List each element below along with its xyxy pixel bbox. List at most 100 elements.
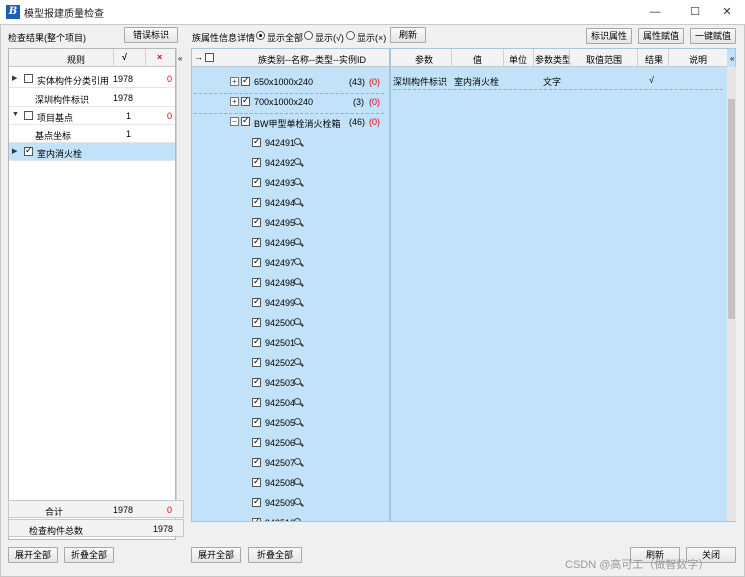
zoom-search-icon[interactable] [294,298,301,305]
left-collapse-all-button[interactable]: 折叠全部 [64,547,114,563]
instance-checkbox[interactable] [252,216,261,227]
zoom-search-icon[interactable] [294,458,301,465]
zoom-search-icon[interactable] [294,378,301,385]
scrollbar-thumb[interactable] [728,99,735,319]
zoom-search-icon[interactable] [294,238,301,245]
close-window-button[interactable]: ✕ [713,2,741,22]
one-click-assign-button[interactable]: 一键赋值 [690,28,736,44]
zoom-search-icon[interactable] [294,418,301,425]
instance-row[interactable]: 942499 [192,293,389,313]
instance-row[interactable]: 942491 [192,133,389,153]
instance-checkbox[interactable] [252,336,261,347]
assign-attribute-button[interactable]: 属性赋值 [638,28,684,44]
instance-checkbox[interactable] [252,416,261,427]
family-group-row[interactable]: − BW甲型单栓消火栓箱 (46) (0) [192,113,389,133]
instance-row[interactable]: 942505 [192,413,389,433]
param-value[interactable]: 室内消火栓 [454,75,499,88]
group-checkbox[interactable] [241,115,250,126]
expand-arrow-icon[interactable]: ▶ [12,74,17,82]
instance-row[interactable]: 942502 [192,353,389,373]
instance-checkbox[interactable] [252,496,261,507]
group-checkbox[interactable] [241,95,250,106]
collapse-arrow-icon[interactable]: ▼ [12,111,19,118]
zoom-search-icon[interactable] [294,138,301,145]
expand-toggle-icon[interactable]: + [230,77,239,86]
instance-checkbox[interactable] [252,356,261,367]
instance-row[interactable]: 942501 [192,333,389,353]
instance-checkbox[interactable] [252,396,261,407]
expand-toggle-icon[interactable]: + [230,97,239,106]
instance-checkbox[interactable] [252,476,261,487]
left-scrollbar[interactable] [176,48,184,500]
expand-arrow-icon[interactable]: ▶ [12,147,17,155]
instance-row[interactable]: 942494 [192,193,389,213]
instance-row[interactable]: 942496 [192,233,389,253]
zoom-search-icon[interactable] [294,498,301,505]
column-fail[interactable]: × [157,52,162,62]
instance-checkbox[interactable] [252,296,261,307]
show-all-radio[interactable] [256,31,265,40]
instance-checkbox[interactable] [252,436,261,447]
zoom-search-icon[interactable] [294,478,301,485]
family-group-row[interactable]: + 650x1000x240 (43) (0) [192,73,389,93]
rule-row[interactable]: 基点坐标 1 [9,125,175,143]
mid-expand-all-button[interactable]: 展开全部 [191,547,241,563]
parameter-row[interactable]: 深圳构件标识 室内消火栓 文字 √ [391,71,727,89]
instance-row[interactable]: 942508 [192,473,389,493]
rule-checkbox[interactable] [24,145,33,156]
instance-row[interactable]: 942500 [192,313,389,333]
rule-checkbox[interactable] [24,111,33,120]
instance-row[interactable]: 942504 [192,393,389,413]
refresh-top-button[interactable]: 刷新 [390,27,426,43]
show-pass-radio[interactable] [304,31,313,40]
instance-row[interactable]: 942498 [192,273,389,293]
column-pass[interactable]: √ [122,52,127,62]
maximize-button[interactable]: ☐ [681,2,709,22]
instance-checkbox[interactable] [252,156,261,167]
group-checkbox[interactable] [241,75,250,86]
zoom-search-icon[interactable] [294,358,301,365]
zoom-search-icon[interactable] [294,178,301,185]
instance-checkbox[interactable] [252,256,261,267]
minimize-button[interactable]: — [641,2,669,22]
instance-checkbox[interactable] [252,376,261,387]
instance-row[interactable]: 942510 [192,513,389,521]
collapse-toggle-icon[interactable]: − [230,117,239,126]
rule-row-selected[interactable]: ▶ 室内消火栓 [9,143,175,161]
zoom-search-icon[interactable] [294,338,301,345]
instance-checkbox[interactable] [252,276,261,287]
collapse-right-arrow-icon[interactable]: « [730,54,734,63]
zoom-search-icon[interactable] [294,198,301,205]
instance-checkbox[interactable] [252,236,261,247]
instance-row[interactable]: 942503 [192,373,389,393]
column-rule[interactable]: 规则 [67,53,85,66]
mid-collapse-all-button[interactable]: 折叠全部 [248,547,302,563]
rule-checkbox[interactable] [24,74,33,83]
zoom-search-icon[interactable] [294,318,301,325]
rule-row[interactable]: ▶ 实体构件分类引用 1978 0 [9,70,175,88]
zoom-search-icon[interactable] [294,218,301,225]
instance-row[interactable]: 942506 [192,433,389,453]
instance-row[interactable]: 942509 [192,493,389,513]
instance-checkbox[interactable] [252,176,261,187]
right-scrollbar[interactable] [727,67,736,521]
instance-checkbox[interactable] [252,196,261,207]
instance-row[interactable]: 942493 [192,173,389,193]
family-group-row[interactable]: + 700x1000x240 (3) (0) [192,93,389,113]
zoom-search-icon[interactable] [294,278,301,285]
instance-checkbox[interactable] [252,316,261,327]
mark-attribute-button[interactable]: 标识属性 [586,28,632,44]
rule-row[interactable]: ▼ 项目基点 1 0 [9,107,175,125]
zoom-search-icon[interactable] [294,438,301,445]
instance-row[interactable]: 942495 [192,213,389,233]
instance-checkbox[interactable] [252,456,261,467]
zoom-search-icon[interactable] [294,398,301,405]
instance-row[interactable]: 942497 [192,253,389,273]
zoom-search-icon[interactable] [294,518,301,521]
collapse-left-arrow-icon[interactable]: « [178,54,182,63]
show-fail-radio[interactable] [346,31,355,40]
zoom-search-icon[interactable] [294,158,301,165]
pin-arrow-icon[interactable]: → [194,52,203,62]
select-all-checkbox[interactable] [205,53,214,62]
instance-row[interactable]: 942507 [192,453,389,473]
